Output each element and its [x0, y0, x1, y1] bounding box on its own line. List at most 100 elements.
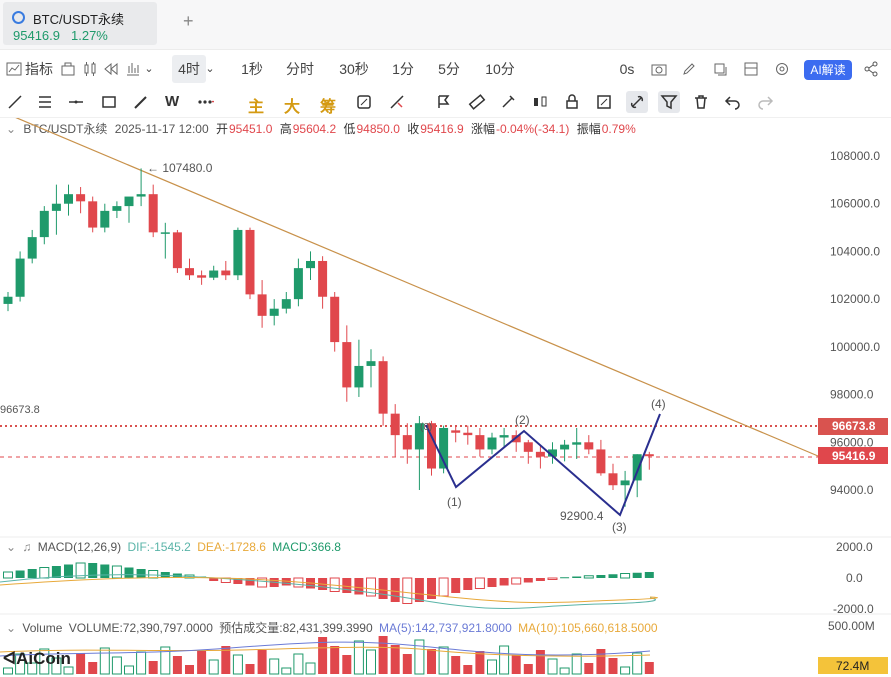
candle-body[interactable]: [354, 365, 364, 388]
interval-10m[interactable]: 10分: [482, 55, 518, 83]
candle-body[interactable]: [245, 229, 255, 295]
undo-icon[interactable]: [724, 93, 742, 111]
indicator-button[interactable]: 指标: [22, 55, 56, 83]
layout-icon[interactable]: [743, 61, 759, 77]
price-chart[interactable]: 108000.0 106000.0 104000.0 102000.0 100000.0…: [0, 118, 891, 677]
interval-1m[interactable]: 1分: [389, 55, 417, 83]
candle-body[interactable]: [281, 299, 291, 309]
candle-body[interactable]: [293, 268, 303, 300]
candle-body[interactable]: [342, 342, 352, 388]
interval-chevron-icon[interactable]: ⌄: [204, 55, 216, 83]
candle-body[interactable]: [76, 194, 86, 202]
magnet-tool-icon[interactable]: [499, 93, 517, 111]
candle-body[interactable]: [572, 442, 582, 445]
candle-body[interactable]: [185, 268, 194, 276]
link-tool-icon[interactable]: [626, 91, 648, 113]
measure-tool-icon[interactable]: [388, 93, 406, 111]
candle-body[interactable]: [378, 361, 388, 414]
candle-body[interactable]: [148, 194, 158, 233]
replay-icon[interactable]: [103, 61, 119, 77]
candle-body[interactable]: [596, 449, 606, 474]
ai-interpret-button[interactable]: AI解读: [804, 60, 852, 80]
delete-tool-icon[interactable]: [692, 93, 710, 111]
candle-body[interactable]: [644, 454, 654, 457]
chevron-down-icon[interactable]: ⌄: [142, 55, 156, 83]
candle-body[interactable]: [402, 435, 412, 450]
redo-icon[interactable]: [756, 93, 774, 111]
candle-body[interactable]: [499, 435, 509, 438]
candle-body[interactable]: [269, 308, 279, 316]
candle-body[interactable]: [306, 260, 315, 269]
candle-body[interactable]: [112, 206, 122, 211]
candle-body[interactable]: [523, 442, 533, 452]
candle-body[interactable]: [487, 437, 497, 450]
interval-4h[interactable]: 4时: [172, 55, 206, 83]
add-tab-button[interactable]: +: [183, 11, 194, 32]
downtrend-line[interactable]: [0, 118, 819, 457]
candle-body[interactable]: [88, 201, 98, 228]
wave-tool-button[interactable]: W: [165, 93, 183, 111]
candle-body[interactable]: [608, 473, 618, 486]
candle-body[interactable]: [257, 294, 267, 316]
annotation-tool-icon[interactable]: [435, 93, 453, 111]
candle-body[interactable]: [100, 210, 110, 228]
big-order-tool[interactable]: 大: [284, 93, 300, 117]
filter-tool-icon[interactable]: [658, 91, 680, 113]
candle-body[interactable]: [632, 454, 642, 481]
countdown-label[interactable]: 0s: [616, 55, 638, 83]
candle-type-icon[interactable]: [82, 61, 98, 77]
camera-icon[interactable]: [651, 61, 667, 77]
candle-body[interactable]: [172, 232, 182, 269]
candle-body[interactable]: [535, 451, 545, 457]
copy-icon[interactable]: [712, 61, 728, 77]
chart-style-icon[interactable]: [125, 61, 141, 77]
candle-body[interactable]: [3, 296, 13, 304]
share-icon[interactable]: [863, 61, 879, 77]
candle-body[interactable]: [330, 296, 340, 343]
candle-body[interactable]: [39, 210, 49, 238]
edit-icon[interactable]: [681, 61, 697, 77]
more-tools-icon[interactable]: [196, 93, 214, 111]
visibility-tool-icon[interactable]: [595, 93, 613, 111]
candle-body[interactable]: [366, 361, 376, 366]
candle-body[interactable]: [124, 196, 134, 207]
rectangle-tool-icon[interactable]: [100, 93, 118, 111]
candles-tool-icon[interactable]: [531, 93, 549, 111]
candle-body[interactable]: [560, 444, 570, 450]
alert-icon[interactable]: ♫: [22, 540, 31, 554]
candle-body[interactable]: [197, 275, 207, 278]
candle-body[interactable]: [475, 435, 485, 450]
chip-tool[interactable]: 筹: [320, 93, 336, 117]
interval-30s[interactable]: 30秒: [336, 55, 372, 83]
collapse-macd-icon[interactable]: ⌄: [6, 540, 16, 554]
candle-body[interactable]: [160, 232, 170, 234]
candle-body[interactable]: [15, 258, 25, 297]
interval-time[interactable]: 分时: [284, 55, 316, 83]
candle-body[interactable]: [136, 194, 146, 197]
candle-body[interactable]: [27, 237, 37, 259]
tab-btc-usdt[interactable]: BTC/USDT永续 95416.9 1.27%: [3, 2, 157, 45]
collapse-volume-icon[interactable]: ⌄: [6, 621, 16, 635]
candle-body[interactable]: [451, 430, 461, 433]
main-force-tool[interactable]: 主: [248, 93, 264, 117]
candle-body[interactable]: [64, 194, 73, 204]
ruler-tool-icon[interactable]: [468, 93, 486, 111]
indicator-icon[interactable]: [6, 61, 22, 77]
template-icon[interactable]: [60, 61, 76, 77]
interval-1s[interactable]: 1秒: [236, 55, 268, 83]
interval-5m[interactable]: 5分: [435, 55, 463, 83]
parallel-lines-tool-icon[interactable]: [36, 93, 54, 111]
candle-body[interactable]: [221, 270, 231, 276]
candle-body[interactable]: [51, 203, 61, 211]
brush-tool-icon[interactable]: [132, 93, 150, 111]
horizontal-line-tool-icon[interactable]: [67, 93, 85, 111]
lock-tool-icon[interactable]: [563, 93, 581, 111]
candle-body[interactable]: [233, 229, 243, 276]
candle-body[interactable]: [318, 260, 328, 297]
auto-draw-icon[interactable]: [355, 93, 373, 111]
candle-body[interactable]: [620, 480, 630, 486]
candle-body[interactable]: [463, 432, 473, 436]
candle-body[interactable]: [209, 270, 219, 278]
candle-body[interactable]: [390, 413, 400, 436]
trendline-tool-icon[interactable]: [6, 93, 24, 111]
